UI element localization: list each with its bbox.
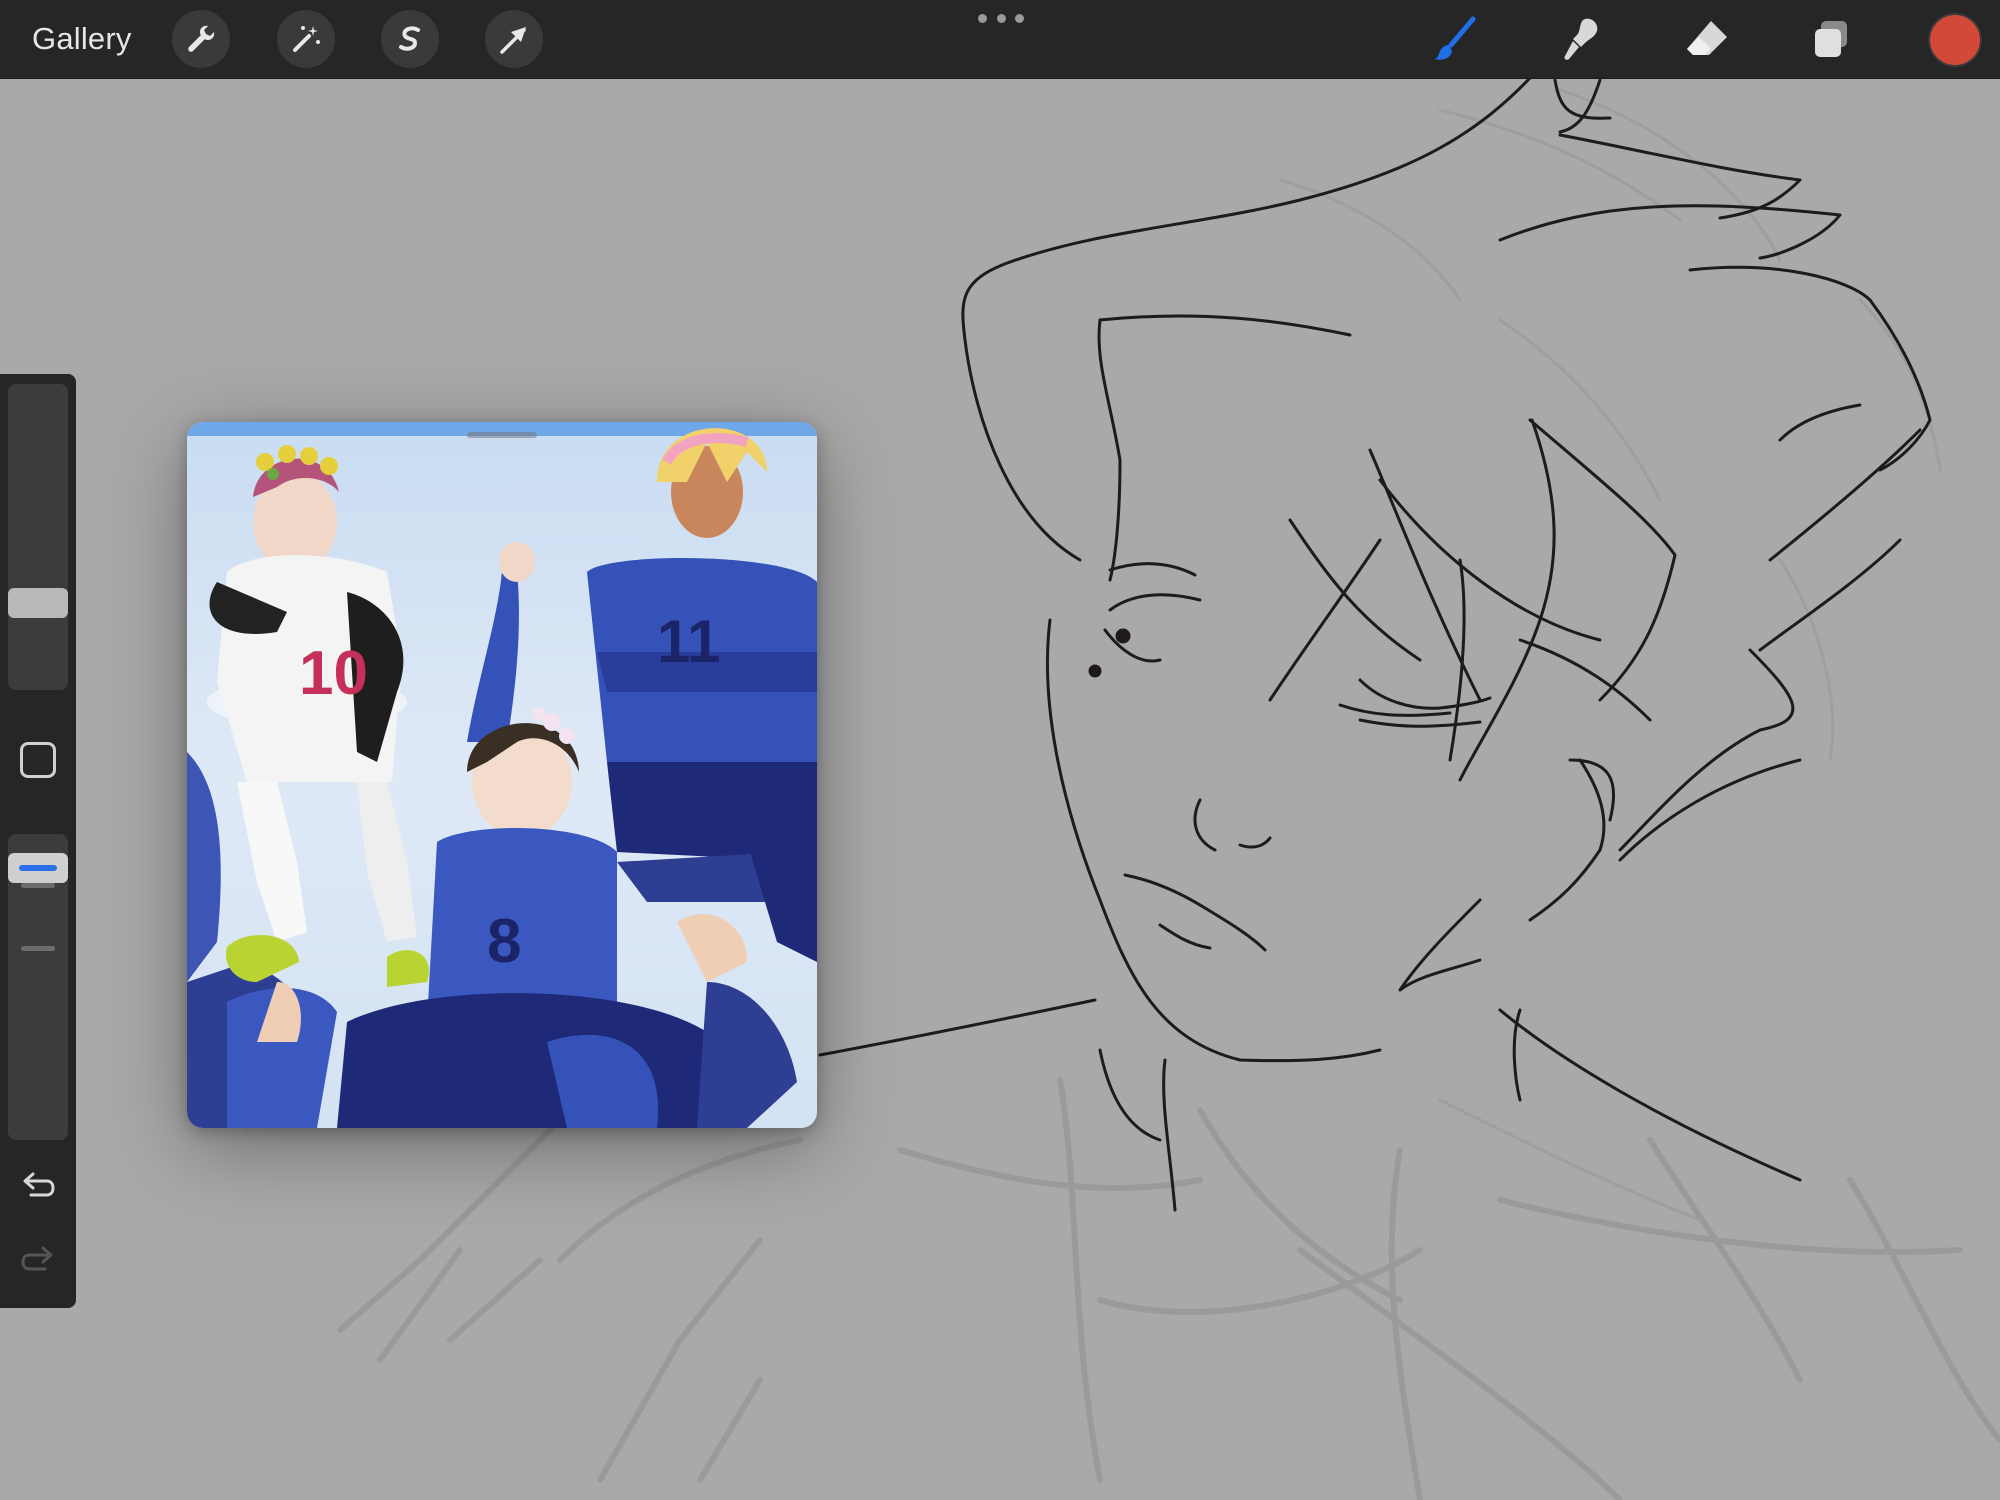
brush-size-slider[interactable] [8, 384, 68, 690]
gallery-button[interactable]: Gallery [32, 18, 132, 60]
opacity-tick [21, 946, 55, 951]
jersey-number-8: 8 [487, 907, 521, 976]
eraser-icon[interactable] [1678, 10, 1736, 68]
top-toolbar: Gallery [0, 0, 2000, 79]
transform-arrow-icon[interactable] [485, 10, 543, 68]
layers-icon[interactable] [1802, 10, 1860, 68]
redo-icon[interactable] [18, 1240, 58, 1280]
modify-square-icon[interactable] [20, 742, 56, 778]
reference-image: 10 11 8 [187, 422, 817, 1128]
jersey-number-10: 10 [299, 639, 368, 708]
reference-window-drag-handle[interactable] [467, 432, 537, 438]
color-picker-swatch[interactable] [1930, 15, 1980, 65]
opacity-tick [21, 883, 55, 888]
left-sidebar [0, 374, 76, 1308]
brush-opacity-slider[interactable] [8, 834, 68, 1140]
brush-opacity-thumb[interactable] [8, 853, 68, 884]
selection-s-icon[interactable] [381, 10, 439, 68]
brush-icon[interactable] [1426, 10, 1484, 68]
reference-image-window[interactable]: 10 11 8 [187, 422, 817, 1128]
smudge-icon[interactable] [1552, 10, 1610, 68]
brush-size-thumb[interactable] [8, 588, 68, 618]
magic-wand-icon[interactable] [277, 10, 335, 68]
undo-icon[interactable] [18, 1166, 58, 1206]
jersey-number-11: 11 [657, 608, 720, 675]
more-options-icon[interactable] [978, 8, 1024, 28]
wrench-icon[interactable] [172, 10, 230, 68]
